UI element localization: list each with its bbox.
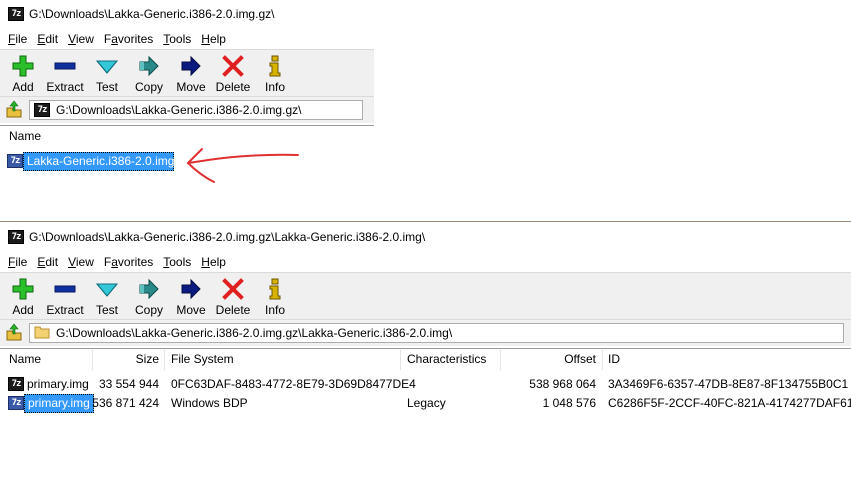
move-button[interactable]: Move	[170, 50, 212, 94]
menu-edit[interactable]: Edit	[32, 255, 63, 269]
table-row[interactable]: 7z primary.img 33 554 944 0FC63DAF-8483-…	[0, 375, 851, 394]
top-window-title: G:\Downloads\Lakka-Generic.i386-2.0.img.…	[29, 7, 275, 21]
top-address-bar: 7z G:\Downloads\Lakka-Generic.i386-2.0.i…	[0, 97, 374, 123]
7z-app-icon: 7z	[8, 396, 24, 410]
minus-icon	[52, 54, 78, 78]
top-address-field[interactable]: 7z G:\Downloads\Lakka-Generic.i386-2.0.i…	[29, 100, 363, 120]
cell-offset: 1 048 576	[542, 396, 596, 410]
cell-id: C6286F5F-2CCF-40FC-821A-4174277DAF61	[608, 396, 851, 410]
cell-size: 536 871 424	[92, 396, 159, 410]
cell-characteristics: Legacy	[407, 396, 446, 410]
7z-app-icon: 7z	[34, 103, 50, 117]
7z-app-icon: 7z	[8, 230, 24, 244]
cell-file-system: Windows BDP	[171, 396, 248, 410]
arrow-right-icon	[178, 54, 204, 78]
bottom-window: 7z G:\Downloads\Lakka-Generic.i386-2.0.i…	[0, 223, 851, 482]
column-header-offset[interactable]: Offset	[500, 347, 596, 371]
double-arrow-icon	[136, 277, 162, 301]
x-icon	[220, 54, 246, 78]
menu-help[interactable]: Help	[196, 32, 231, 46]
column-header-id[interactable]: ID	[608, 347, 620, 371]
menu-favorites[interactable]: Favorites	[99, 255, 158, 269]
cell-size: 33 554 944	[98, 377, 159, 391]
column-header-characteristics[interactable]: Characteristics	[407, 347, 486, 371]
delete-button[interactable]: Delete	[212, 50, 254, 94]
double-arrow-icon	[136, 54, 162, 78]
check-icon	[94, 277, 120, 301]
folder-up-icon[interactable]	[5, 323, 23, 344]
7z-app-icon: 7z	[8, 377, 24, 391]
menu-tools[interactable]: Tools	[158, 255, 196, 269]
7z-app-icon: 7z	[8, 7, 24, 21]
extract-button[interactable]: Extract	[44, 50, 86, 94]
column-header-file-system[interactable]: File System	[171, 347, 234, 371]
bottom-toolbar: Add Extract Test Copy Move Delete Info	[0, 272, 851, 320]
menu-view[interactable]: View	[63, 255, 99, 269]
top-menubar: File Edit View Favorites Tools Help	[0, 28, 374, 49]
column-header-size[interactable]: Size	[92, 347, 159, 371]
test-button[interactable]: Test	[86, 50, 128, 94]
plus-icon	[10, 277, 36, 301]
bottom-window-title: G:\Downloads\Lakka-Generic.i386-2.0.img.…	[29, 230, 426, 244]
menu-file[interactable]: File	[3, 255, 32, 269]
test-button[interactable]: Test	[86, 273, 128, 317]
red-arrow-annotation	[186, 148, 299, 183]
bottom-list-header: Name Size File System Characteristics Of…	[0, 347, 851, 372]
bottom-menubar: File Edit View Favorites Tools Help	[0, 251, 851, 272]
menu-edit[interactable]: Edit	[32, 32, 63, 46]
menu-view[interactable]: View	[63, 32, 99, 46]
add-button[interactable]: Add	[2, 273, 44, 317]
bottom-address-bar: G:\Downloads\Lakka-Generic.i386-2.0.img.…	[0, 320, 851, 346]
arrow-right-icon	[178, 277, 204, 301]
menu-tools[interactable]: Tools	[158, 32, 196, 46]
table-row[interactable]: 7z primary.img 536 871 424 Windows BDP L…	[0, 394, 851, 413]
cell-name: primary.img	[24, 394, 94, 413]
list-item-name: Lakka-Generic.i386-2.0.img	[23, 152, 174, 171]
info-icon	[262, 277, 288, 301]
menu-help[interactable]: Help	[196, 255, 231, 269]
column-header-name[interactable]: Name	[9, 124, 41, 148]
info-button[interactable]: Info	[254, 273, 296, 317]
plus-icon	[10, 54, 36, 78]
folder-up-icon[interactable]	[5, 100, 23, 121]
info-button[interactable]: Info	[254, 50, 296, 94]
menu-favorites[interactable]: Favorites	[99, 32, 158, 46]
move-button[interactable]: Move	[170, 273, 212, 317]
top-titlebar: 7z G:\Downloads\Lakka-Generic.i386-2.0.i…	[0, 0, 374, 28]
cell-offset: 538 968 064	[529, 377, 596, 391]
column-header-name[interactable]: Name	[9, 347, 41, 371]
info-icon	[262, 54, 288, 78]
folder-icon	[34, 324, 50, 343]
bottom-titlebar: 7z G:\Downloads\Lakka-Generic.i386-2.0.i…	[0, 223, 851, 251]
extract-button[interactable]: Extract	[44, 273, 86, 317]
bottom-address-field[interactable]: G:\Downloads\Lakka-Generic.i386-2.0.img.…	[29, 323, 844, 343]
cell-name: primary.img	[27, 377, 89, 391]
menu-file[interactable]: File	[3, 32, 32, 46]
copy-button[interactable]: Copy	[128, 50, 170, 94]
add-button[interactable]: Add	[2, 50, 44, 94]
copy-button[interactable]: Copy	[128, 273, 170, 317]
7z-app-icon: 7z	[7, 154, 23, 168]
check-icon	[94, 54, 120, 78]
cell-file-system: 0FC63DAF-8483-4772-8E79-3D69D8477DE4	[171, 377, 416, 391]
top-toolbar: Add Extract Test Copy Move Delete Info	[0, 49, 374, 97]
x-icon	[220, 277, 246, 301]
delete-button[interactable]: Delete	[212, 273, 254, 317]
minus-icon	[52, 277, 78, 301]
cell-id: 3A3469F6-6357-47DB-8E87-8F134755B0C1	[608, 377, 849, 391]
